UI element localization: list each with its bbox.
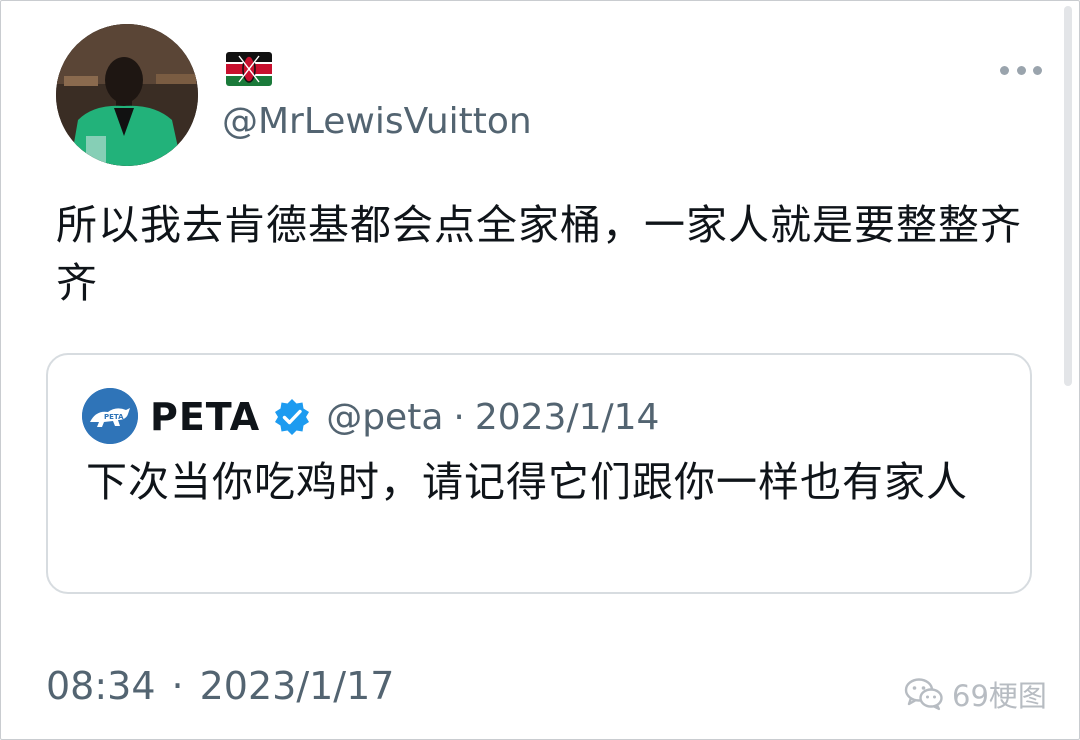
- quoted-author-name[interactable]: PETA: [150, 395, 260, 439]
- profile-photo: [56, 24, 198, 166]
- wechat-icon: [904, 678, 943, 711]
- tweet-timestamp[interactable]: 08:34 · 2023/1/17: [46, 664, 394, 708]
- quoted-tweet-text: 下次当你吃鸡时，请记得它们跟你一样也有家人: [86, 458, 968, 506]
- tweet-date: 2023/1/17: [199, 664, 395, 708]
- kenya-flag-emoji: [226, 52, 272, 86]
- more-dot: [1000, 65, 1009, 75]
- author-handle[interactable]: @MrLewisVuitton: [222, 100, 532, 144]
- tweet-text: 所以我去肯德基都会点全家桶，一家人就是要整整齐齐: [56, 201, 1022, 307]
- quoted-tweet-header: PETA @peta · 2023/1/14: [150, 391, 659, 443]
- more-dot: [1033, 65, 1042, 75]
- tweet-time: 08:34: [46, 664, 156, 708]
- verified-badge-icon: [275, 399, 310, 435]
- quoted-tweet-date[interactable]: 2023/1/14: [475, 397, 660, 438]
- peta-logo-icon[interactable]: PETA: [82, 388, 138, 444]
- more-dot: [1016, 65, 1026, 75]
- separator-dot: ·: [453, 396, 465, 438]
- watermark: 69梗图: [904, 672, 1047, 716]
- author-avatar[interactable]: [56, 24, 198, 166]
- scrollbar[interactable]: [1064, 6, 1072, 386]
- watermark-text: 69梗图: [952, 679, 1047, 713]
- quoted-tweet-card[interactable]: PETA PETA @peta · 2023/1/14 下次当你吃鸡时，请记得它…: [46, 353, 1032, 594]
- quoted-author-handle[interactable]: @peta: [326, 397, 443, 438]
- svg-text:PETA: PETA: [104, 413, 124, 421]
- more-options-icon[interactable]: [1000, 55, 1042, 85]
- separator-dot: ·: [171, 664, 184, 708]
